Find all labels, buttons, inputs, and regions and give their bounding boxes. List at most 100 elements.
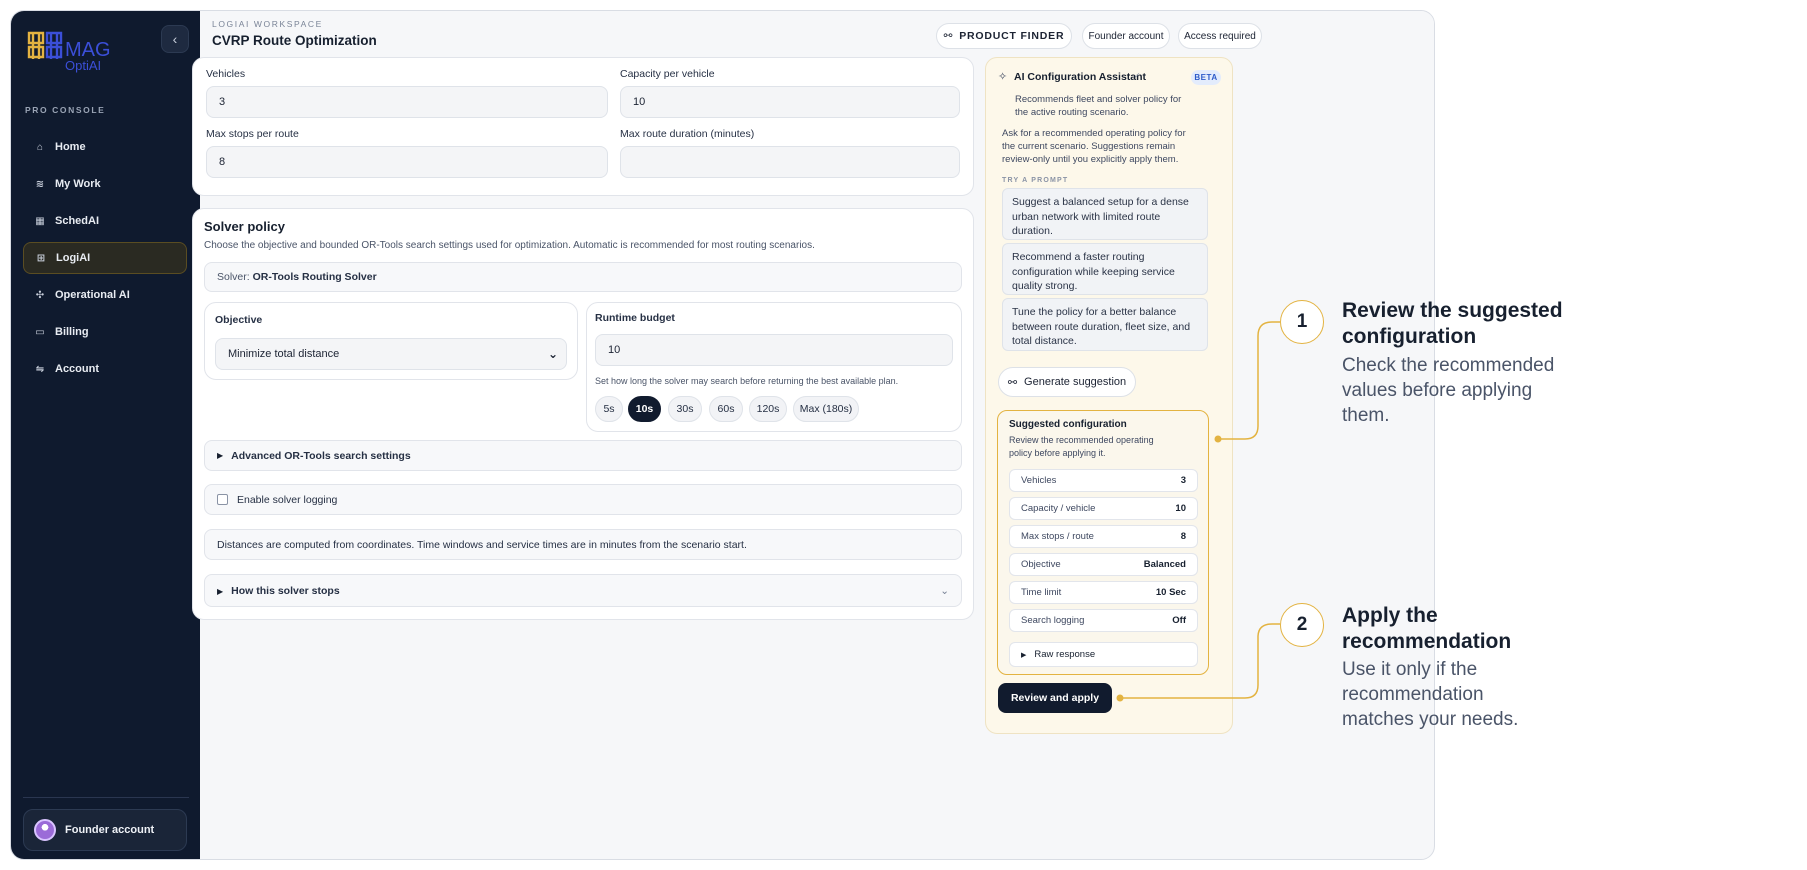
sidebar-item-home[interactable]: ⌂ Home (23, 131, 187, 163)
callout-1-body-3: them. (1342, 405, 1390, 426)
beta-badge: BETA (1191, 70, 1221, 85)
triangle-right-icon: ▶ (217, 586, 224, 596)
suggested-desc-1: Review the recommended operating (1009, 435, 1154, 445)
sparkle-icon: ⚯ (943, 30, 954, 42)
callout-2-title-1: Apply the (1342, 604, 1438, 627)
capacity-input[interactable]: 10 (620, 86, 960, 118)
runtime-chip-10s[interactable]: 10s (628, 396, 661, 422)
chevron-down-icon: ⌄ (940, 584, 949, 597)
calendar-icon: ▦ (35, 215, 45, 227)
distance-note: Distances are computed from coordinates.… (204, 529, 962, 560)
collapse-sidebar-button[interactable]: ‹ (161, 25, 189, 53)
kv-max-stops: Max stops / route 8 (1009, 525, 1198, 548)
card-icon: ▭ (35, 326, 45, 338)
product-finder-button[interactable]: ⚯ PRODUCT FINDER (936, 23, 1072, 49)
assistant-subtitle-1: Recommends fleet and solver policy for (1015, 94, 1182, 105)
sidebar-divider (23, 797, 189, 798)
assistant-title: AI Configuration Assistant (1014, 71, 1147, 83)
runtime-label: Runtime budget (595, 312, 675, 324)
logging-row: Enable solver logging (204, 484, 962, 515)
callout-badge-1: 1 (1280, 300, 1324, 344)
how-solver-stops-toggle[interactable]: ▶ How this solver stops ⌄ (204, 574, 962, 607)
assistant-subtitle-2: the active routing scenario. (1015, 107, 1129, 118)
sidebar-nav: ⌂ Home ≋ My Work ▦ SchedAI ⊞ LogiAI ✣ Operati… (23, 131, 187, 390)
runtime-chip-5s[interactable]: 5s (595, 396, 623, 422)
runtime-chip-max[interactable]: Max (180s) (793, 396, 859, 422)
workspace-label: LOGIAI WORKSPACE (212, 19, 323, 29)
verified-icon: ✓ (1134, 71, 1141, 80)
header: LOGIAI WORKSPACE CVRP Route Optimization… (200, 11, 1434, 61)
raw-response-toggle[interactable]: ▶ Raw response (1009, 642, 1198, 667)
chevron-down-icon: ⌄ (547, 347, 558, 361)
mag-optiai-logo: MAG OptiAI (27, 31, 111, 73)
solver-policy-title: Solver policy (204, 219, 285, 234)
founder-account-button[interactable]: Founder account (23, 809, 187, 851)
sidebar-item-logiai[interactable]: ⊞ LogiAI (23, 242, 187, 274)
callout-2-body-2: recommendation (1342, 684, 1484, 705)
kv-search-logging: Search logging Off (1009, 609, 1198, 632)
kv-time-limit: Time limit 10 Sec (1009, 581, 1198, 604)
objective-select[interactable]: Minimize total distance ⌄ (215, 338, 567, 370)
kv-objective: Objective Balanced (1009, 553, 1198, 576)
callout-1-body-1: Check the recommended (1342, 355, 1555, 376)
logging-checkbox[interactable] (217, 494, 228, 505)
suggested-desc-2: policy before applying it. (1009, 448, 1106, 458)
founder-account-pill[interactable]: Founder account (1082, 23, 1170, 49)
kv-capacity: Capacity / vehicle 10 (1009, 497, 1198, 520)
objective-label: Objective (215, 314, 263, 326)
sidebar-item-account[interactable]: ⇋ Account (23, 353, 187, 385)
kv-vehicles: Vehicles 3 (1009, 469, 1198, 492)
callout-1-body-2: values before applying (1342, 380, 1533, 401)
runtime-chip-60s[interactable]: 60s (709, 396, 743, 422)
layers-icon: ≋ (35, 178, 45, 190)
prompt-suggestion-3[interactable]: Tune the policy for a better balance bet… (1002, 298, 1208, 351)
prompt-suggestion-2[interactable]: Recommend a faster routing configuration… (1002, 243, 1208, 295)
capacity-label: Capacity per vehicle (620, 68, 715, 80)
advanced-settings-toggle[interactable]: ▶ Advanced OR-Tools search settings (204, 440, 962, 471)
sidebar-item-schedai[interactable]: ▦ SchedAI (23, 205, 187, 237)
svg-text:OptiAI: OptiAI (65, 58, 101, 73)
max-stops-label: Max stops per route (206, 128, 299, 140)
prompt-suggestion-1[interactable]: Suggest a balanced setup for a dense urb… (1002, 188, 1208, 240)
runtime-input[interactable]: 10 (595, 334, 953, 366)
sidebar-item-my-work[interactable]: ≋ My Work (23, 168, 187, 200)
page-title: CVRP Route Optimization (212, 33, 377, 48)
ops-icon: ✣ (35, 289, 45, 301)
avatar (34, 819, 56, 841)
max-duration-input[interactable] (620, 146, 960, 178)
triangle-right-icon: ▶ (1021, 651, 1027, 659)
solver-row: Solver: OR-Tools Routing Solver (204, 262, 962, 292)
sidebar-item-billing[interactable]: ▭ Billing (23, 316, 187, 348)
max-duration-label: Max route duration (minutes) (620, 128, 755, 140)
max-stops-input[interactable]: 8 (206, 146, 608, 178)
callout-1-title-1: Review the suggested (1342, 299, 1563, 322)
assistant-intro-2: the current scenario. Suggestions remain (1002, 141, 1176, 152)
solver-policy-description: Choose the objective and bounded OR-Tool… (204, 240, 815, 251)
callout-2-body-1: Use it only if the (1342, 659, 1478, 680)
sidebar-item-operational-ai[interactable]: ✣ Operational AI (23, 279, 187, 311)
assistant-intro-3: review-only until you explicitly apply t… (1002, 154, 1179, 165)
access-required-pill[interactable]: Access required (1178, 23, 1262, 49)
generate-suggestion-button[interactable]: ⚯ Generate suggestion (998, 367, 1136, 397)
review-and-apply-button[interactable]: Review and apply (998, 683, 1112, 713)
callout-2-body-3: matches your needs. (1342, 709, 1519, 730)
vehicles-input[interactable]: 3 (206, 86, 608, 118)
callout-1-title-2: configuration (1342, 325, 1477, 348)
callout-2-title-2: recommendation (1342, 630, 1512, 653)
route-icon: ⊞ (36, 252, 46, 264)
sparkle-icon: ⚯ (1007, 376, 1018, 389)
assistant-intro-1: Ask for a recommended operating policy f… (1002, 128, 1186, 139)
triangle-right-icon: ▶ (217, 451, 224, 460)
runtime-chip-30s[interactable]: 30s (668, 396, 702, 422)
sidebar: MAG OptiAI ‹ PRO CONSOLE ⌂ Home ≋ My Work … (11, 11, 200, 859)
sliders-icon: ⇋ (35, 363, 45, 375)
chevron-left-icon: ‹ (172, 31, 178, 47)
runtime-hint: Set how long the solver may search befor… (595, 376, 899, 386)
suggested-title: Suggested configuration (1009, 419, 1127, 430)
home-icon: ⌂ (36, 141, 44, 153)
section-label: PRO CONSOLE (25, 105, 106, 115)
vehicles-label: Vehicles (206, 68, 246, 80)
runtime-chip-120s[interactable]: 120s (749, 396, 787, 422)
try-prompt-label: TRY A PROMPT (1002, 177, 1069, 184)
sparkle-icon: ✧ (998, 71, 1008, 83)
